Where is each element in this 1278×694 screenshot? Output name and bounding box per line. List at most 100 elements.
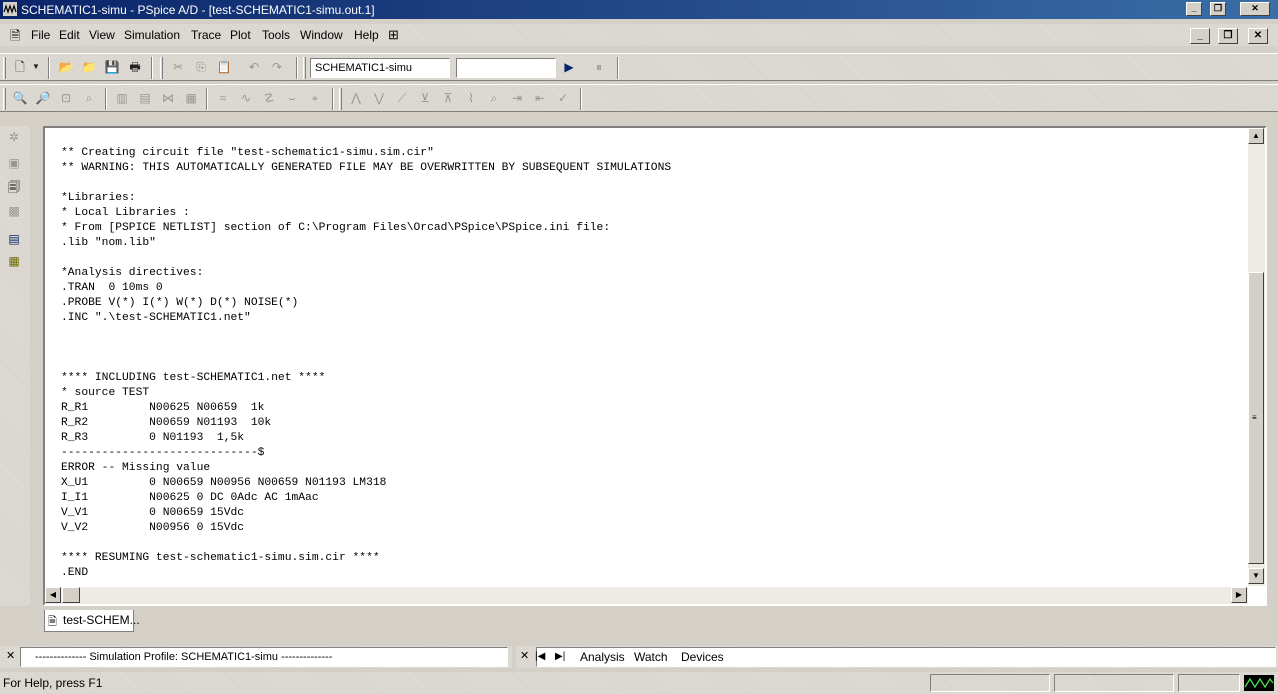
document-tab-label: test-SCHEM... bbox=[63, 613, 140, 627]
undo-icon[interactable]: ↶ bbox=[244, 57, 264, 77]
horizontal-scroll-thumb[interactable] bbox=[62, 587, 80, 603]
simulation-queue-icon[interactable]: ▩ bbox=[5, 202, 23, 220]
cursor-point-icon[interactable]: ⌇ bbox=[461, 88, 481, 108]
tab-analysis[interactable]: Analysis bbox=[580, 650, 625, 664]
new-file-icon[interactable]: 🗋 bbox=[10, 57, 30, 77]
output-text[interactable]: ** Creating circuit file "test-schematic… bbox=[61, 146, 1241, 586]
menu-tools[interactable]: Tools bbox=[262, 28, 290, 42]
output-line: I_I1 N00625 0 DC 0Adc AC 1mAac bbox=[61, 492, 319, 504]
tab-scroll-right-icon[interactable]: ▶| bbox=[555, 651, 565, 662]
menu-simulation[interactable]: Simulation bbox=[124, 28, 180, 42]
menu-help[interactable]: Help bbox=[354, 28, 379, 42]
simulation-results-icon[interactable]: ▣ bbox=[5, 154, 23, 172]
cursor-next-transition-icon[interactable]: ⇥ bbox=[507, 88, 527, 108]
save-icon[interactable]: 💾 bbox=[102, 57, 122, 77]
cursor-search-icon[interactable]: ⌕ bbox=[484, 88, 504, 108]
status-cell bbox=[1054, 674, 1174, 692]
paste-icon[interactable]: 📋 bbox=[214, 57, 234, 77]
new-dropdown-icon[interactable]: ▼ bbox=[30, 57, 42, 77]
open-folder-icon[interactable]: 📂 bbox=[56, 57, 76, 77]
mark-label-icon[interactable]: ✓ bbox=[553, 88, 573, 108]
print-icon[interactable]: 🖶 bbox=[125, 57, 145, 77]
tab-watch[interactable]: Watch bbox=[634, 650, 668, 664]
status-cell bbox=[1178, 674, 1240, 692]
zoom-out-icon[interactable]: 🔎 bbox=[33, 88, 53, 108]
scroll-right-button[interactable]: ▶ bbox=[1231, 587, 1247, 603]
document-tab[interactable]: 🗎 test-SCHEM... bbox=[44, 610, 140, 632]
eval-measurement-icon[interactable]: ∿ bbox=[236, 88, 256, 108]
document-icon[interactable]: 🗎 bbox=[10, 27, 20, 49]
context-help-icon[interactable]: ⊞ bbox=[388, 27, 399, 43]
menu-view[interactable]: View bbox=[89, 28, 115, 42]
tab-devices[interactable]: Devices bbox=[681, 650, 724, 664]
menu-edit[interactable]: Edit bbox=[59, 28, 80, 42]
mdi-restore-button[interactable]: ❐ bbox=[1218, 28, 1238, 44]
pane-close-icon[interactable]: ✕ bbox=[6, 649, 15, 662]
menu-file[interactable]: File bbox=[31, 28, 50, 42]
tab-scroll-left-icon[interactable]: |◀ bbox=[535, 651, 545, 662]
toolbar-grip[interactable] bbox=[303, 57, 306, 79]
mdi-minimize-button[interactable]: _ bbox=[1190, 28, 1210, 44]
menu-window[interactable]: Window bbox=[300, 28, 343, 42]
title-bar[interactable]: SCHEMATIC1-simu - PSpice A/D - [test-SCH… bbox=[0, 0, 1278, 19]
minimize-button[interactable]: _ bbox=[1186, 2, 1202, 16]
output-file-window[interactable]: ** Creating circuit file "test-schematic… bbox=[43, 126, 1267, 606]
wave-view-icon[interactable]: ✲ bbox=[5, 128, 23, 146]
toolbar-grip[interactable] bbox=[160, 57, 163, 79]
vertical-scrollbar[interactable]: ▲ ≡ ▼ bbox=[1248, 128, 1265, 586]
mdi-close-button[interactable]: ✕ bbox=[1248, 28, 1268, 44]
output-line: .END bbox=[61, 567, 89, 579]
simulation-profile-combo[interactable]: SCHEMATIC1-simu bbox=[310, 58, 450, 78]
scroll-down-button[interactable]: ▼ bbox=[1248, 568, 1264, 584]
output-line: .TRAN 0 10ms 0 bbox=[61, 282, 163, 294]
zoom-fit-icon[interactable]: ⌕ bbox=[79, 88, 99, 108]
pane-close-icon[interactable]: ✕ bbox=[520, 649, 529, 662]
output-line: R_R2 N00659 N01193 10k bbox=[61, 417, 272, 429]
log-y-axis-icon[interactable]: ▦ bbox=[181, 88, 201, 108]
log-x-axis-icon[interactable]: ▥ bbox=[112, 88, 132, 108]
add-y-axis-icon[interactable]: ⌣ bbox=[282, 88, 302, 108]
cursor-peak-icon[interactable]: ⋀ bbox=[346, 88, 366, 108]
simulation-select-combo[interactable] bbox=[456, 58, 556, 78]
output-line: .INC ".\test-SCHEMATIC1.net" bbox=[61, 312, 251, 324]
add-plot-icon[interactable]: ☡ bbox=[259, 88, 279, 108]
output-line: *Analysis directives: bbox=[61, 267, 204, 279]
toolbar-grip[interactable] bbox=[3, 88, 6, 110]
menu-trace[interactable]: Trace bbox=[191, 28, 221, 42]
output-file-icon[interactable]: 🗐 bbox=[5, 178, 23, 196]
cursor-min-icon[interactable]: ⊻ bbox=[415, 88, 435, 108]
zoom-area-icon[interactable]: ⊡ bbox=[56, 88, 76, 108]
close-button[interactable]: ✕ bbox=[1240, 2, 1270, 16]
scroll-left-button[interactable]: ◀ bbox=[45, 587, 61, 603]
menu-plot[interactable]: Plot bbox=[230, 28, 251, 42]
cursor-trough-icon[interactable]: ⋁ bbox=[369, 88, 389, 108]
display-alias-icon[interactable]: ▦ bbox=[5, 252, 23, 270]
output-line: * From [PSPICE NETLIST] section of C:\Pr… bbox=[61, 222, 611, 234]
fourier-icon[interactable]: ▤ bbox=[135, 88, 155, 108]
vertical-scroll-thumb[interactable]: ≡ bbox=[1248, 272, 1264, 564]
toggle-cursor-icon[interactable]: ⌖ bbox=[305, 88, 325, 108]
run-simulation-icon[interactable]: ▶ bbox=[559, 57, 579, 77]
copy-icon[interactable]: ⎘ bbox=[191, 57, 211, 77]
output-line: -----------------------------$ bbox=[61, 447, 265, 459]
toolbar-grip[interactable] bbox=[339, 88, 342, 110]
pause-simulation-icon[interactable]: ⏸ bbox=[589, 57, 609, 77]
scroll-up-button[interactable]: ▲ bbox=[1248, 128, 1264, 144]
add-trace-icon[interactable]: ≈ bbox=[213, 88, 233, 108]
cut-icon[interactable]: ✂ bbox=[168, 57, 188, 77]
open-simulation-icon[interactable]: 📁 bbox=[79, 57, 99, 77]
performance-analysis-icon[interactable]: ⋈ bbox=[158, 88, 178, 108]
redo-icon[interactable]: ↷ bbox=[267, 57, 287, 77]
cursor-slope-icon[interactable]: ⟋ bbox=[392, 88, 412, 108]
zoom-in-icon[interactable]: 🔍 bbox=[10, 88, 30, 108]
cursor-prev-transition-icon[interactable]: ⇤ bbox=[530, 88, 550, 108]
toolbar-separator bbox=[580, 88, 582, 110]
maximize-button[interactable]: ❐ bbox=[1210, 2, 1226, 16]
simulation-message-icon[interactable]: ▤ bbox=[5, 230, 23, 248]
cursor-max-icon[interactable]: ⊼ bbox=[438, 88, 458, 108]
toolbar-grip[interactable] bbox=[3, 57, 6, 79]
horizontal-scrollbar[interactable]: ◀ ▶ bbox=[45, 587, 1248, 604]
toolbar-separator bbox=[48, 57, 50, 79]
status-text: For Help, press F1 bbox=[3, 676, 103, 690]
